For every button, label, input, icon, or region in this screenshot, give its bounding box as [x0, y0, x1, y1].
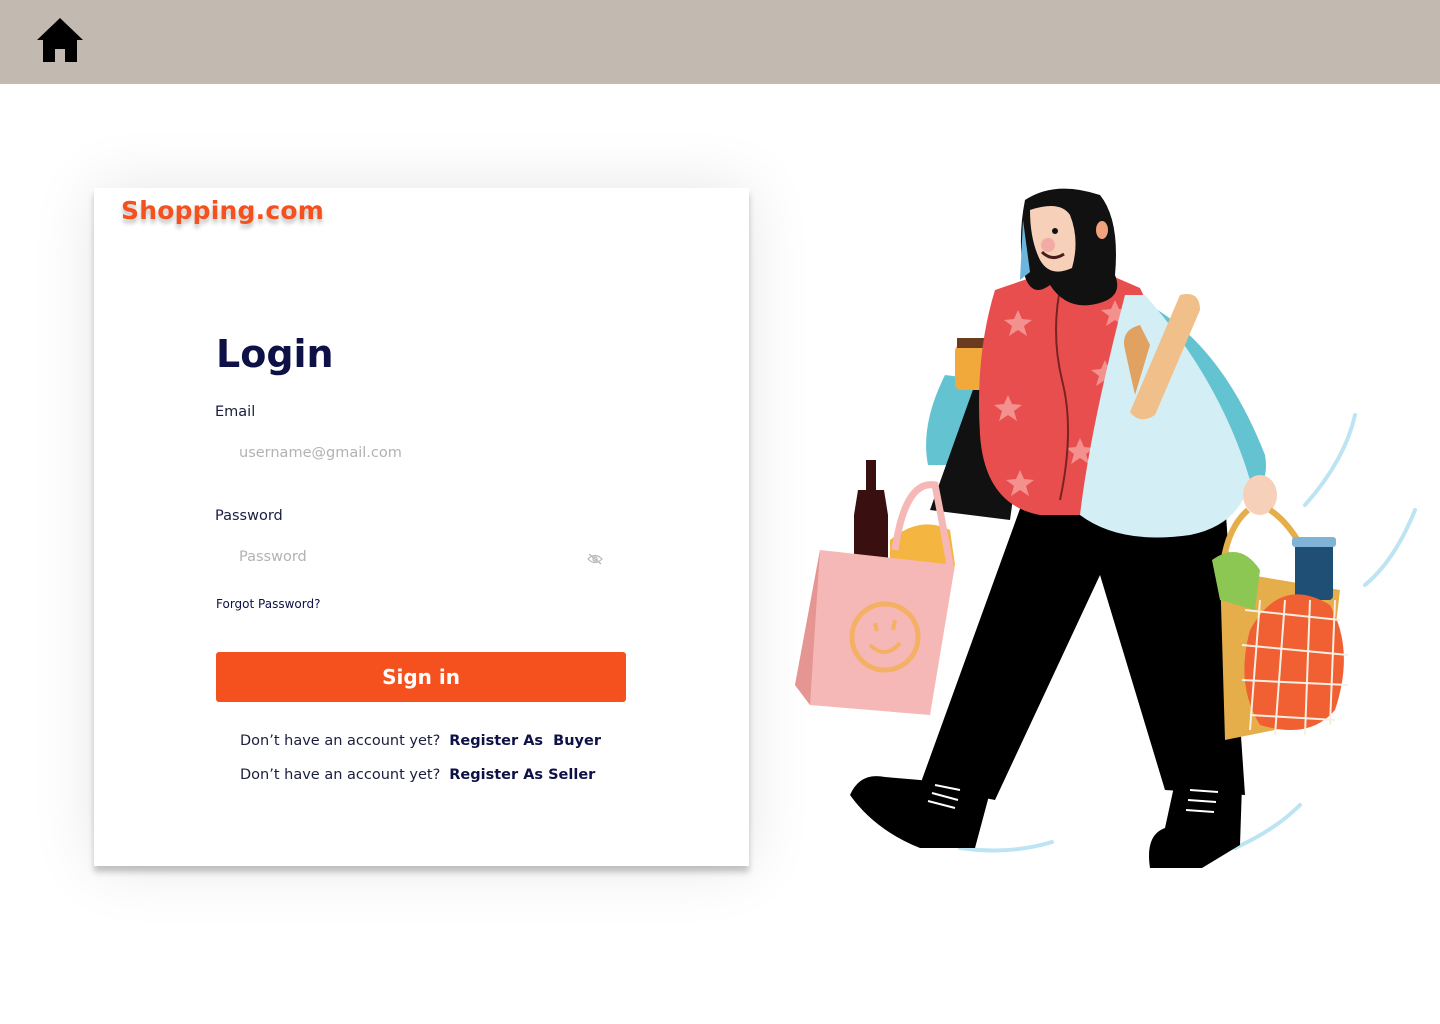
- login-card: Shopping.com Login Email Password Forgot…: [94, 188, 749, 866]
- sign-in-button[interactable]: Sign in: [216, 652, 626, 702]
- register-buyer-link[interactable]: Register As Buyer: [449, 733, 601, 749]
- woman-with-shopping-bags-illustration: [780, 180, 1430, 880]
- eye-slash-icon[interactable]: [587, 550, 603, 565]
- brand-logo: Shopping.com: [121, 196, 324, 225]
- login-title: Login: [216, 332, 334, 376]
- register-prompt: Don’t have an account yet?: [240, 767, 441, 783]
- register-buyer-row: Don’t have an account yet? Register As Bu…: [240, 733, 601, 749]
- email-input[interactable]: [215, 433, 625, 473]
- forgot-password-link[interactable]: Forgot Password?: [216, 597, 320, 611]
- register-seller-row: Don’t have an account yet? Register As Se…: [240, 767, 595, 783]
- register-prompt: Don’t have an account yet?: [240, 733, 441, 749]
- home-icon[interactable]: [36, 16, 84, 64]
- register-seller-link[interactable]: Register As Seller: [449, 767, 595, 783]
- password-label: Password: [215, 508, 283, 524]
- email-label: Email: [215, 404, 256, 420]
- password-input[interactable]: [215, 537, 625, 577]
- top-bar: [0, 0, 1440, 84]
